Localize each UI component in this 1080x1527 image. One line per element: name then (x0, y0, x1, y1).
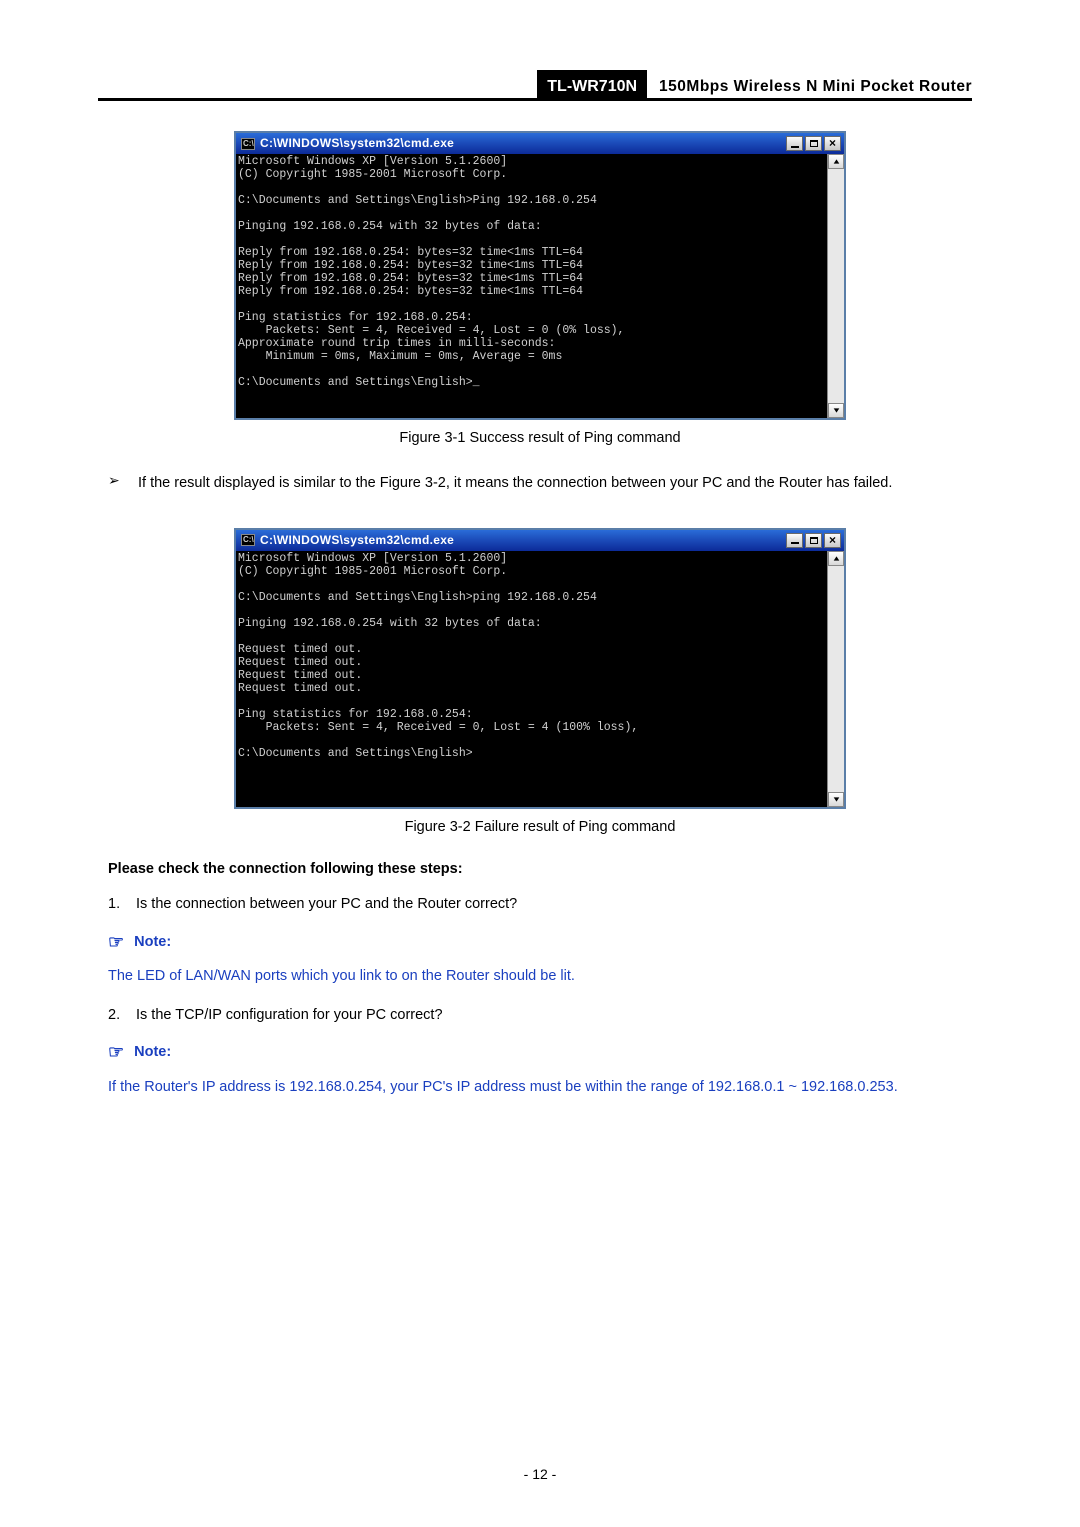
scroll-track[interactable] (828, 566, 844, 792)
scrollbar[interactable] (827, 551, 844, 807)
minimize-button[interactable] (786, 136, 803, 151)
cmd-window-failure: C:\ C:\WINDOWS\system32\cmd.exe × Micros… (234, 528, 846, 809)
cmd-title-text: C:\WINDOWS\system32\cmd.exe (260, 133, 784, 153)
scrollbar[interactable] (827, 154, 844, 418)
cmd-title-text: C:\WINDOWS\system32\cmd.exe (260, 530, 784, 550)
cmd-output: Microsoft Windows XP [Version 5.1.2600] … (236, 154, 827, 418)
scroll-down-icon[interactable] (828, 792, 844, 807)
model-box: TL-WR710N (537, 70, 647, 98)
bullet-icon: ➢ (108, 469, 138, 498)
scroll-up-icon[interactable] (828, 154, 844, 169)
page-header: TL-WR710N 150Mbps Wireless N Mini Pocket… (98, 70, 972, 101)
step-number: 2. (108, 1003, 136, 1028)
step-2: 2. Is the TCP/IP configuration for your … (108, 1003, 972, 1028)
cmd-icon: C:\ (241, 138, 255, 150)
page-number: - 12 - (0, 1463, 1080, 1487)
cmd-output: Microsoft Windows XP [Version 5.1.2600] … (236, 551, 827, 807)
pointing-hand-icon: ☞ (108, 927, 124, 958)
bullet-text: If the result displayed is similar to th… (138, 469, 972, 498)
cmd-window-success: C:\ C:\WINDOWS\system32\cmd.exe × Micros… (234, 131, 846, 420)
scroll-track[interactable] (828, 169, 844, 403)
note-heading: ☞ Note: (108, 927, 972, 958)
close-button[interactable]: × (824, 533, 841, 548)
pointing-hand-icon: ☞ (108, 1037, 124, 1068)
bullet-paragraph: ➢ If the result displayed is similar to … (108, 469, 972, 498)
figure-caption-1: Figure 3-1 Success result of Ping comman… (108, 426, 972, 451)
steps-heading: Please check the connection following th… (108, 857, 972, 882)
step-1: 1. Is the connection between your PC and… (108, 892, 972, 917)
step-number: 1. (108, 892, 136, 917)
figure-caption-2: Figure 3-2 Failure result of Ping comman… (108, 815, 972, 840)
minimize-button[interactable] (786, 533, 803, 548)
step-text: Is the connection between your PC and th… (136, 892, 972, 917)
step-text: Is the TCP/IP configuration for your PC … (136, 1003, 972, 1028)
note-label: Note: (134, 1040, 171, 1065)
maximize-button[interactable] (805, 136, 822, 151)
note-label: Note: (134, 930, 171, 955)
cmd-titlebar: C:\ C:\WINDOWS\system32\cmd.exe × (236, 133, 844, 154)
note-1-text: The LED of LAN/WAN ports which you link … (108, 963, 972, 991)
cmd-icon: C:\ (241, 534, 255, 546)
note-heading: ☞ Note: (108, 1037, 972, 1068)
scroll-down-icon[interactable] (828, 403, 844, 418)
header-title: 150Mbps Wireless N Mini Pocket Router (647, 70, 972, 98)
scroll-up-icon[interactable] (828, 551, 844, 566)
close-button[interactable]: × (824, 136, 841, 151)
cmd-titlebar: C:\ C:\WINDOWS\system32\cmd.exe × (236, 530, 844, 551)
maximize-button[interactable] (805, 533, 822, 548)
note-2-text: If the Router's IP address is 192.168.0.… (108, 1074, 972, 1102)
